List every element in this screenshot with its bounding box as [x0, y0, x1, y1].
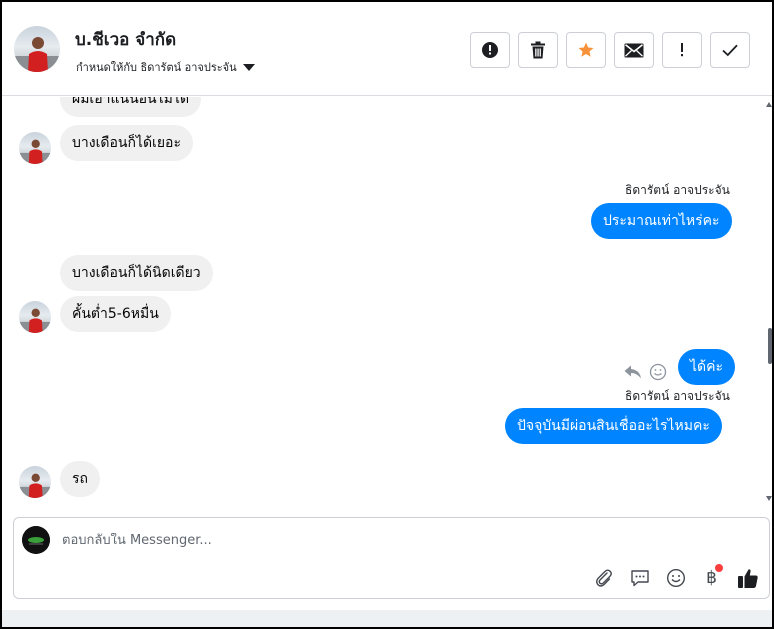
reply-composer: ฿ — [13, 517, 770, 599]
message-incoming[interactable]: บางเดือนก็ได้เยอะ — [60, 125, 193, 161]
envelope-icon — [624, 43, 644, 57]
mark-unread-button[interactable] — [614, 32, 654, 68]
avatar — [19, 301, 51, 333]
scroll-down-arrow-icon[interactable] — [766, 496, 772, 501]
inbox-conversation-window: บ.ชีเวอ จำกัด กำหนดให้กับ ธิดารัตน์ อาจป… — [2, 2, 772, 627]
reply-input[interactable] — [62, 533, 662, 548]
mark-done-button[interactable] — [710, 32, 750, 68]
footer-strip — [2, 610, 772, 627]
avatar — [22, 526, 50, 554]
reply-icon[interactable] — [624, 365, 642, 379]
emoji-button[interactable] — [664, 566, 687, 589]
star-icon — [578, 42, 594, 57]
attach-button[interactable] — [592, 566, 615, 589]
scrollbar-thumb[interactable] — [768, 328, 772, 364]
assign-label: กำหนดให้กับ ธิดารัตน์ อาจประจัน — [76, 61, 237, 74]
avatar[interactable] — [14, 26, 60, 72]
alert-circle-icon — [482, 42, 498, 58]
page-logo-icon — [22, 526, 50, 554]
message-incoming[interactable]: คั้นต่ำ5-6หมื่น — [60, 296, 171, 332]
avatar — [19, 466, 51, 498]
conversation-header: บ.ชีเวอ จำกัด กำหนดให้กับ ธิดารัตน์ อาจป… — [2, 2, 772, 96]
chevron-down-icon — [242, 63, 255, 71]
message-incoming[interactable]: รถ — [60, 461, 100, 497]
thumbs-up-icon — [737, 568, 758, 588]
person-photo-icon — [14, 37, 60, 72]
payment-button[interactable]: ฿ — [700, 564, 723, 589]
composer-tools: ฿ — [592, 564, 759, 589]
sender-name: ธิดารัตน์ อาจประจัน — [625, 183, 730, 197]
page-title: บ.ชีเวอ จำกัด — [75, 30, 177, 50]
delete-button[interactable] — [518, 32, 558, 68]
trash-icon — [531, 41, 545, 59]
message-outgoing[interactable]: ประมาณเท่าไหร่คะ — [591, 203, 732, 239]
sender-name: ธิดารัตน์ อาจประจัน — [625, 389, 730, 403]
emoji-reaction-icon[interactable] — [649, 363, 667, 381]
emoji-icon — [666, 568, 685, 587]
star-button[interactable] — [566, 32, 606, 68]
message-outgoing[interactable]: ได้ค่ะ — [678, 349, 736, 385]
person-photo-icon — [19, 473, 51, 498]
message-incoming[interactable]: ผมเอาแน่นอนไม่ได้ — [60, 97, 202, 117]
follow-up-button[interactable] — [662, 32, 702, 68]
exclamation-icon — [681, 43, 683, 57]
checkmark-icon — [722, 44, 738, 57]
person-photo-icon — [19, 308, 51, 333]
report-button[interactable] — [470, 32, 510, 68]
assign-dropdown[interactable]: กำหนดให้กับ ธิดารัตน์ อาจประจัน — [76, 58, 255, 76]
person-photo-icon — [19, 139, 51, 164]
message-outgoing[interactable]: ปัจจุบันมีผ่อนสินเชื่ออะไรไหมคะ — [505, 408, 722, 444]
notification-dot — [715, 564, 723, 572]
scrollbar[interactable] — [768, 97, 772, 512]
header-actions — [470, 32, 750, 68]
message-thread: ผมเอาแน่นอนไม่ได้ บางเดือนก็ได้เยอะ ธิดา… — [2, 97, 772, 512]
saved-replies-button[interactable] — [628, 566, 651, 589]
like-button[interactable] — [736, 566, 759, 589]
avatar — [19, 132, 51, 164]
saved-reply-icon — [630, 569, 649, 586]
paperclip-icon — [595, 568, 612, 587]
message-incoming[interactable]: บางเดือนก็ได้นิดเดียว — [60, 255, 213, 291]
scroll-up-arrow-icon[interactable] — [766, 102, 772, 107]
